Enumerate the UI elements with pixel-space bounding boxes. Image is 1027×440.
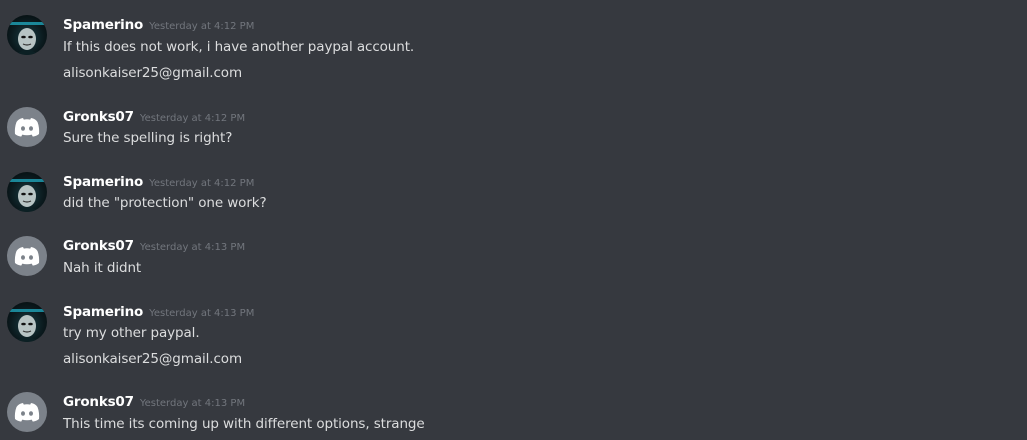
discord-logo-icon xyxy=(14,403,40,422)
username[interactable]: Gronks07 xyxy=(63,238,134,254)
timestamp[interactable]: Yesterday at 4:13 PM xyxy=(149,308,254,319)
message-header: Spamerino Yesterday at 4:12 PM xyxy=(63,16,254,35)
username[interactable]: Gronks07 xyxy=(63,109,134,125)
timestamp[interactable]: Yesterday at 4:13 PM xyxy=(140,242,245,253)
user-avatar[interactable] xyxy=(7,172,47,212)
masked-face-avatar-icon xyxy=(10,179,44,212)
masked-face-avatar-icon xyxy=(10,22,44,55)
message-header: Spamerino Yesterday at 4:13 PM xyxy=(63,303,254,322)
user-avatar[interactable] xyxy=(7,392,47,432)
user-avatar[interactable] xyxy=(7,107,47,147)
username[interactable]: Gronks07 xyxy=(63,394,134,410)
user-avatar[interactable] xyxy=(7,302,47,342)
message-text: Nah it didnt xyxy=(63,260,142,276)
user-avatar[interactable] xyxy=(7,236,47,276)
username[interactable]: Spamerino xyxy=(63,304,143,320)
message-header: Spamerino Yesterday at 4:12 PM xyxy=(63,173,254,192)
username[interactable]: Spamerino xyxy=(63,174,143,190)
message-text: alisonkaiser25@gmail.com xyxy=(63,65,243,81)
message-text: If this does not work, i have another pa… xyxy=(63,39,415,55)
message-text: try my other paypal. xyxy=(63,325,200,341)
chat-messages: Spamerino Yesterday at 4:12 PM If this do… xyxy=(0,0,1027,440)
timestamp[interactable]: Yesterday at 4:12 PM xyxy=(140,113,245,124)
message-header: Gronks07 Yesterday at 4:12 PM xyxy=(63,108,245,127)
username[interactable]: Spamerino xyxy=(63,17,143,33)
timestamp[interactable]: Yesterday at 4:12 PM xyxy=(149,178,254,189)
message-header: Gronks07 Yesterday at 4:13 PM xyxy=(63,393,245,412)
user-avatar[interactable] xyxy=(7,15,47,55)
message-text: This time its coming up with different o… xyxy=(63,416,425,432)
message-text: alisonkaiser25@gmail.com xyxy=(63,351,243,367)
message-text: did the "protection" one work? xyxy=(63,195,267,211)
timestamp[interactable]: Yesterday at 4:12 PM xyxy=(149,21,254,32)
message-text: Sure the spelling is right? xyxy=(63,130,233,146)
masked-face-avatar-icon xyxy=(10,309,44,342)
discord-logo-icon xyxy=(14,247,40,266)
discord-logo-icon xyxy=(14,118,40,137)
timestamp[interactable]: Yesterday at 4:13 PM xyxy=(140,398,245,409)
message-header: Gronks07 Yesterday at 4:13 PM xyxy=(63,237,245,256)
